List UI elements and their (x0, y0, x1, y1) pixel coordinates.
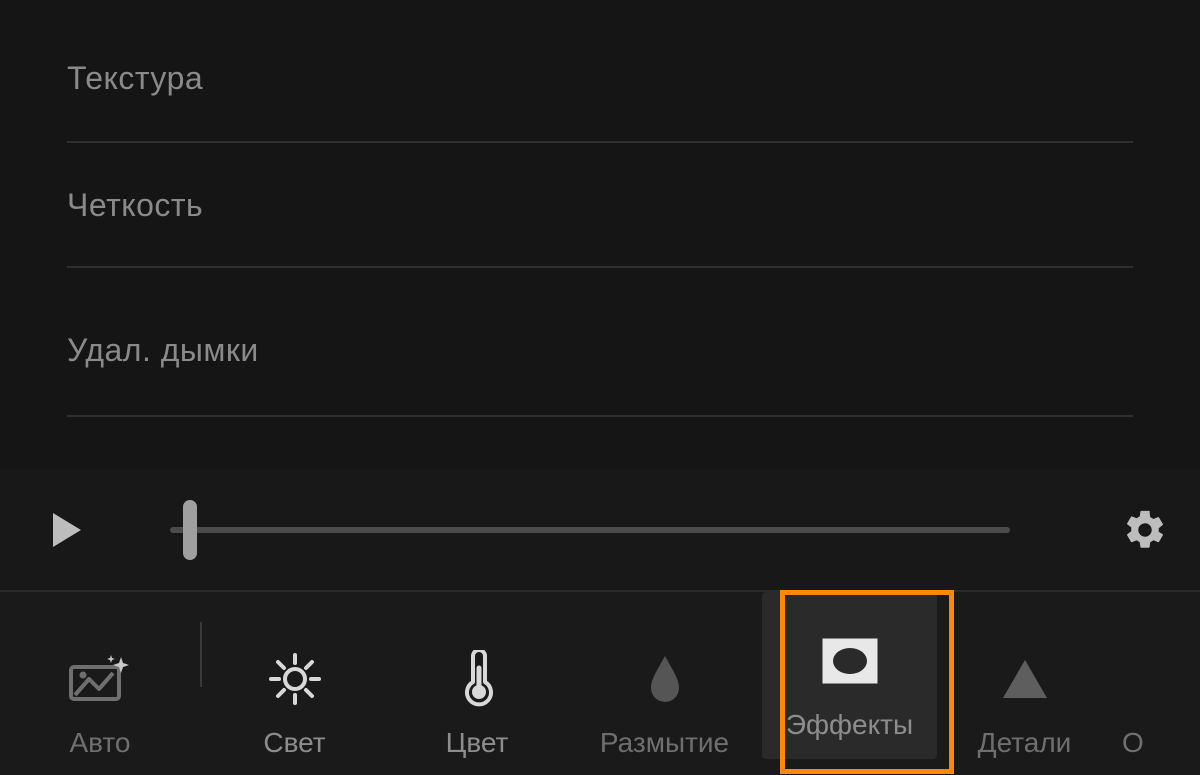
setting-row-dehaze[interactable]: Удал. дымки (67, 332, 1133, 417)
tab-label: Детали (978, 727, 1072, 759)
tab-color[interactable]: Цвет (387, 592, 567, 775)
timeline-bar (0, 470, 1200, 590)
timeline-scrubber[interactable] (130, 500, 1050, 560)
tab-label: Размытие (600, 727, 729, 759)
settings-button[interactable] (1090, 507, 1200, 553)
gear-icon (1122, 507, 1168, 553)
triangle-icon (999, 649, 1051, 709)
play-icon (45, 510, 85, 550)
setting-row-texture[interactable]: Текстура (67, 0, 1133, 143)
auto-icon (69, 649, 131, 709)
tab-blur[interactable]: Размытие (567, 592, 762, 775)
divider (67, 415, 1133, 417)
setting-label-dehaze: Удал. дымки (67, 332, 259, 368)
play-button[interactable] (0, 510, 130, 550)
tab-label: Свет (263, 727, 325, 759)
bottom-toolbar: Авто Свет (0, 590, 1200, 775)
vignette-icon (822, 631, 878, 691)
tab-label: Эффекты (786, 709, 913, 741)
drop-icon (645, 649, 685, 709)
timeline-handle[interactable] (183, 500, 197, 560)
tab-label: Авто (69, 727, 130, 759)
tab-label: Цвет (446, 727, 509, 759)
settings-panel: Текстура Четкость Удал. дымки (0, 0, 1200, 417)
timeline-track (170, 527, 1010, 533)
setting-label-texture: Текстура (67, 0, 203, 97)
tab-label: О (1122, 727, 1144, 759)
divider (67, 141, 1133, 143)
tab-effects[interactable]: Эффекты (762, 592, 937, 775)
tab-auto[interactable]: Авто (0, 592, 200, 775)
setting-label-clarity: Четкость (67, 187, 203, 223)
tab-light[interactable]: Свет (202, 592, 387, 775)
setting-row-clarity[interactable]: Четкость (67, 187, 1133, 268)
temperature-icon (457, 649, 497, 709)
divider (67, 266, 1133, 268)
tab-detail[interactable]: Детали (937, 592, 1112, 775)
tab-overflow[interactable]: О (1112, 592, 1192, 775)
brightness-icon (267, 649, 323, 709)
